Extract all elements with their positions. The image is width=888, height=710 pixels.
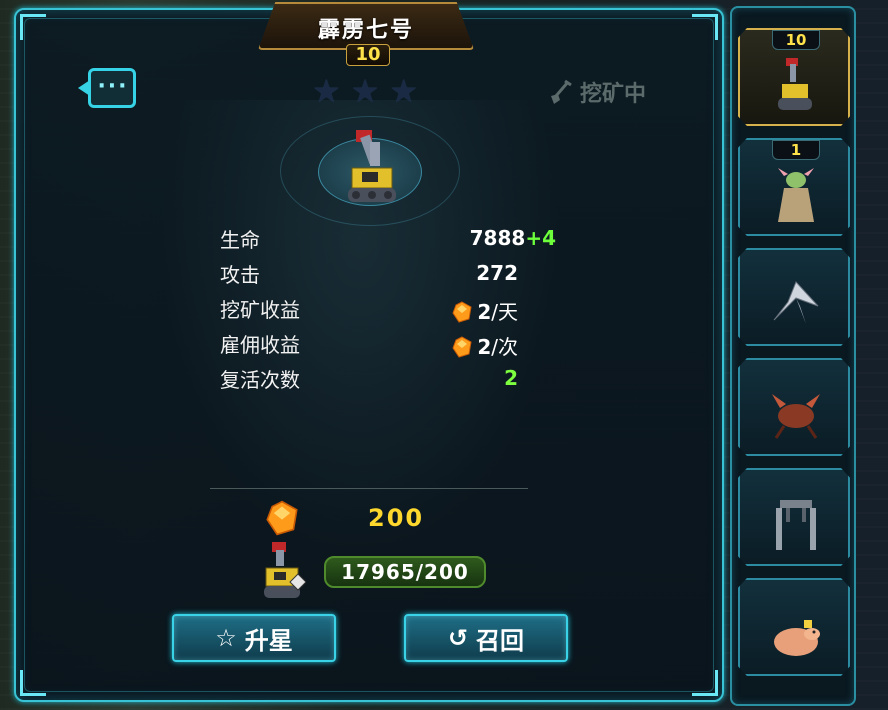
mech-walker-icon — [766, 496, 826, 556]
frame-corner — [692, 670, 718, 696]
star-rating: ★ ★ ★ — [312, 74, 432, 108]
recall-arrow-icon: ↺ — [447, 624, 469, 652]
jet-fighter-icon — [766, 276, 826, 336]
crystal-icon — [266, 500, 298, 536]
robot-miner-icon — [348, 130, 396, 202]
star-outline-icon: ☆ — [215, 624, 237, 652]
stat-row-revives: 复活次数 2 — [220, 364, 540, 399]
frame-corner — [20, 14, 46, 40]
insect-beast-icon — [766, 386, 826, 446]
shard-progress-bar: 17965/200 — [324, 556, 486, 588]
hamster-icon — [766, 606, 826, 666]
chat-dots-icon: ··· — [97, 74, 129, 99]
star-empty-icon: ★ — [350, 72, 380, 110]
crystal-icon — [452, 301, 472, 323]
upgrade-star-label: 升星 — [244, 626, 293, 655]
stat-value: 272 — [476, 261, 518, 285]
upgrade-cost: 200 — [262, 498, 462, 540]
stat-row-mining-income: 挖矿收益 2/天 — [220, 294, 540, 329]
robot-miner-icon — [766, 56, 826, 116]
hero-slot[interactable] — [738, 248, 850, 346]
hero-slot[interactable]: 10 — [738, 28, 850, 126]
star-empty-icon: ★ — [312, 72, 341, 110]
stat-row-hire-income: 雇佣收益 2/次 — [220, 329, 540, 364]
hero-slot[interactable]: 1 — [738, 138, 850, 236]
shovel-icon — [548, 78, 574, 106]
cost-value: 200 — [368, 504, 425, 532]
star-empty-icon: ★ — [389, 72, 419, 110]
frame-corner — [692, 14, 718, 40]
hero-name: 霹雳七号 — [317, 18, 414, 43]
stat-label: 雇佣收益 — [220, 333, 300, 357]
hero-portrait — [280, 116, 460, 226]
stat-value: 2/天 — [451, 296, 518, 325]
hero-slot-level: 10 — [772, 30, 820, 50]
stat-value: 7888+4 — [469, 226, 556, 250]
hero-slot[interactable] — [738, 468, 850, 566]
stat-value: 2/次 — [451, 331, 518, 360]
hero-slot[interactable] — [738, 358, 850, 456]
upgrade-star-button[interactable]: ☆ 升星 — [172, 614, 336, 662]
chat-button[interactable]: ··· — [78, 66, 138, 110]
stat-bonus: +4 — [525, 226, 556, 250]
divider — [210, 488, 528, 489]
hero-shards: 17965/200 — [262, 542, 492, 602]
stat-label: 挖矿收益 — [220, 298, 300, 322]
mining-status-label: 挖矿中 — [580, 82, 647, 107]
hero-slot-level: 1 — [772, 140, 820, 160]
hero-level-badge: 10 — [346, 44, 390, 66]
crystal-icon — [452, 336, 472, 358]
alien-creature-icon — [766, 166, 826, 226]
stat-value: 2 — [504, 366, 518, 390]
recall-button[interactable]: ↺ 召回 — [404, 614, 568, 662]
hero-list-sidebar: 10 1 — [730, 6, 856, 706]
hero-slot[interactable] — [738, 578, 850, 676]
recall-label: 召回 — [476, 626, 525, 655]
stat-label: 复活次数 — [220, 368, 300, 392]
stat-row-attack: 攻击 272 — [220, 259, 540, 294]
hero-shard-icon — [264, 542, 306, 598]
stat-label: 生命 — [220, 228, 260, 252]
stat-row-hp: 生命 7888+4 — [220, 224, 556, 259]
hero-stats: 生命 7888+4 攻击 272 挖矿收益 2/天 雇佣收益 2/次 复活次数 … — [220, 224, 556, 399]
frame-corner — [20, 670, 46, 696]
stat-label: 攻击 — [220, 263, 260, 287]
mining-status: 挖矿中 — [548, 76, 646, 108]
